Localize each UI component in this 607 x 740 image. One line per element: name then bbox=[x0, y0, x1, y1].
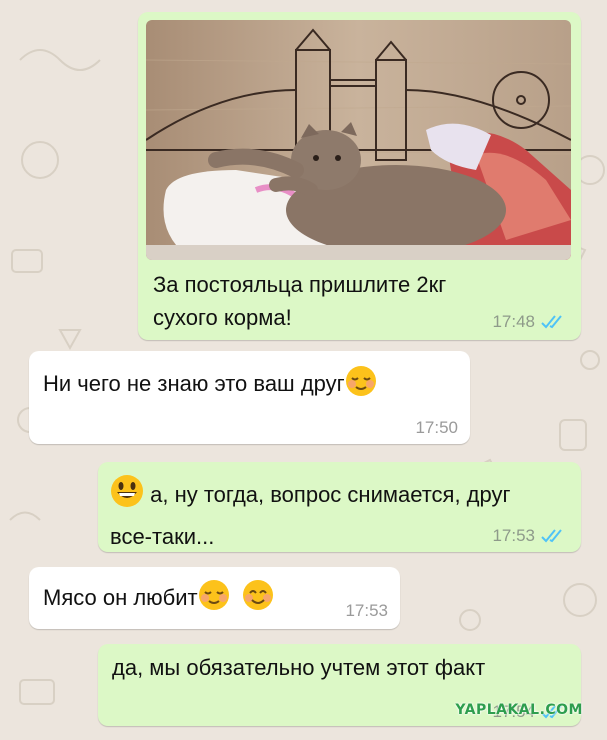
message-bubble-outgoing[interactable]: За постояльца пришлите 2кг сухого корма!… bbox=[138, 12, 581, 340]
message-meta: 17:48 bbox=[492, 312, 567, 332]
photo-attachment[interactable] bbox=[146, 20, 571, 260]
relieved-face-icon bbox=[198, 579, 230, 620]
message-time: 17:53 bbox=[345, 601, 388, 620]
message-content: Ни чего не знаю это ваш друг bbox=[43, 365, 377, 406]
message-text: а, ну тогда, вопрос снимается, друг все-… bbox=[110, 482, 511, 549]
message-time: 17:48 bbox=[492, 312, 535, 331]
message-meta: 17:53 bbox=[345, 601, 388, 621]
message-meta: 17:53 bbox=[492, 526, 567, 546]
grinning-face-icon bbox=[110, 474, 144, 519]
message-text: За постояльца пришлите 2кг сухого корма! bbox=[153, 272, 447, 330]
message-text: да, мы обязательно учтем этот факт bbox=[112, 655, 486, 680]
message-bubble-incoming[interactable]: Мясо он любит 17:53 bbox=[29, 567, 400, 629]
read-ticks-icon bbox=[541, 314, 567, 330]
site-watermark: YAPLAKAL.COM bbox=[455, 702, 583, 718]
message-bubble-incoming[interactable]: Ни чего не знаю это ваш друг 17:50 bbox=[29, 351, 470, 444]
relieved-face-icon bbox=[345, 365, 377, 406]
cat-photo-image bbox=[146, 20, 571, 260]
message-text: Мясо он любит bbox=[43, 585, 198, 610]
message-content: Мясо он любит bbox=[43, 579, 274, 620]
smiling-face-icon bbox=[242, 579, 274, 620]
message-time: 17:53 bbox=[492, 526, 535, 545]
message-content: а, ну тогда, вопрос снимается, друг все-… bbox=[110, 474, 555, 555]
message-bubble-outgoing[interactable]: а, ну тогда, вопрос снимается, друг все-… bbox=[98, 462, 581, 552]
message-time: 17:50 bbox=[415, 418, 458, 437]
message-text: Ни чего не знаю это ваш друг bbox=[43, 371, 345, 396]
read-ticks-icon bbox=[541, 528, 567, 544]
message-meta: 17:50 bbox=[415, 418, 458, 438]
